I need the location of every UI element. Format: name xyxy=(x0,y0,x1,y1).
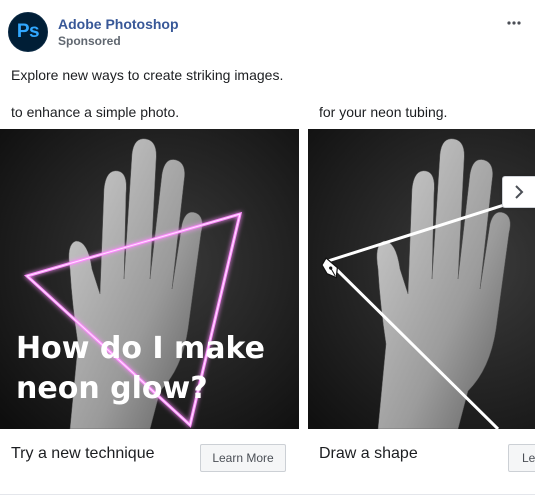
sponsored-label[interactable]: Sponsored xyxy=(58,34,121,48)
avatar-text: Ps xyxy=(16,21,40,42)
card-image-pen-tool-hand[interactable] xyxy=(308,129,535,429)
page-avatar[interactable]: Ps xyxy=(8,12,48,52)
carousel-card-2[interactable]: for your neon tubing. Draw a shape Le xyxy=(308,98,535,483)
carousel-next-button[interactable] xyxy=(502,176,535,208)
post-message: Explore new ways to create striking imag… xyxy=(11,67,284,83)
card-title[interactable]: Try a new technique xyxy=(11,445,154,463)
card-footer: Try a new technique Learn More xyxy=(0,429,299,483)
more-options-icon[interactable] xyxy=(507,12,521,30)
page-name-link[interactable]: Adobe Photoshop xyxy=(58,16,179,32)
post-header: Ps Adobe Photoshop Sponsored xyxy=(0,0,535,62)
sponsored-post: Ps Adobe Photoshop Sponsored Explore new… xyxy=(0,0,535,500)
chevron-right-icon xyxy=(515,185,524,199)
card-headline: to enhance a simple photo. xyxy=(11,104,180,120)
overlay-line-2: neon glow? xyxy=(16,371,208,406)
divider xyxy=(0,494,535,495)
card-image-neon-hand[interactable]: How do I make neon glow? xyxy=(0,129,299,429)
overlay-line-1: How do I make xyxy=(16,331,266,366)
ad-carousel: to enhance a simple photo. How do I make… xyxy=(0,98,535,483)
carousel-card-1[interactable]: to enhance a simple photo. How do I make… xyxy=(0,98,299,483)
overlay-headline: How do I make neon glow? xyxy=(16,329,286,409)
learn-more-button[interactable]: Learn More xyxy=(200,444,286,472)
card-headline: for your neon tubing. xyxy=(319,104,448,120)
card-title[interactable]: Draw a shape xyxy=(319,445,418,463)
learn-more-button[interactable]: Learn More xyxy=(508,444,535,472)
card-footer: Draw a shape Learn More xyxy=(308,429,535,483)
